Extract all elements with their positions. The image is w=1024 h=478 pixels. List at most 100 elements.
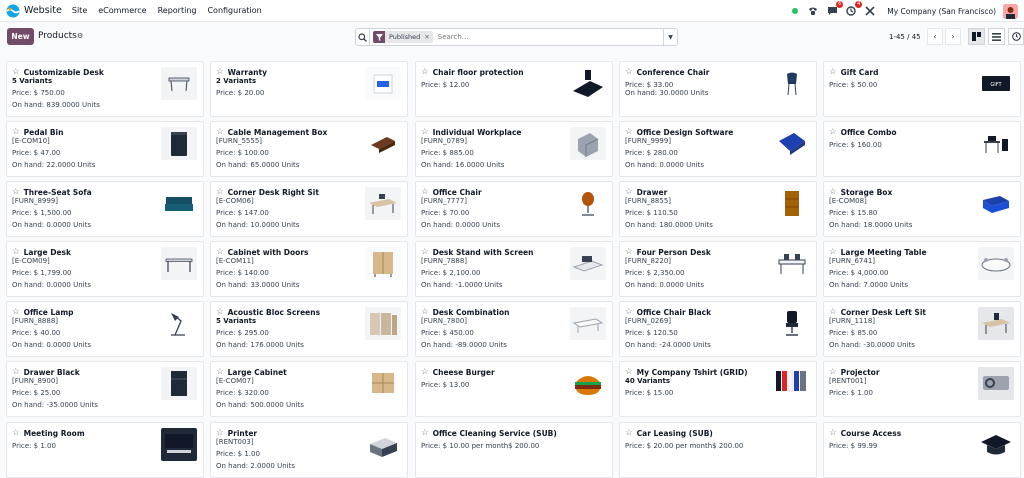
product-card[interactable]: ☆ Corner Desk Right Sit [E-COM06] Price: $ … bbox=[210, 181, 408, 237]
remove-facet-icon[interactable]: ✕ bbox=[424, 33, 432, 41]
favorite-star-icon[interactable]: ☆ bbox=[421, 247, 429, 257]
product-card[interactable]: ☆ Corner Desk Left Sit [FURN_1118] Price: $… bbox=[823, 301, 1021, 357]
new-button[interactable]: New bbox=[7, 28, 34, 45]
favorite-star-icon[interactable]: ☆ bbox=[625, 247, 633, 257]
company-switcher[interactable]: My Company (San Francisco) bbox=[887, 7, 996, 16]
menu-site[interactable]: Site bbox=[72, 6, 87, 15]
messages-icon[interactable]: 6 bbox=[826, 1, 844, 17]
product-card[interactable]: ☆ Large Cabinet [E-COM07] Price: $ 320.00 On… bbox=[210, 361, 408, 417]
favorite-star-icon[interactable]: ☆ bbox=[12, 367, 20, 377]
product-card[interactable]: ☆ Office Combo Price: $ 160.00 bbox=[823, 121, 1021, 177]
product-card[interactable]: ☆ Cable Management Box [FURN_5555] Price: $… bbox=[210, 121, 408, 177]
product-card[interactable]: ☆ Office Cleaning Service (SUB) Price: $ 1… bbox=[415, 422, 613, 478]
product-card[interactable]: ☆ Chair floor protection Price: $ 12.00 bbox=[415, 61, 613, 117]
kanban-view-button[interactable] bbox=[968, 28, 985, 45]
product-name-text: Office Chair bbox=[432, 187, 482, 197]
product-card[interactable]: ☆ Individual Workplace [FURN_0789] Price: $… bbox=[415, 121, 613, 177]
user-avatar[interactable] bbox=[1003, 3, 1018, 19]
product-card[interactable]: ☆ Meeting Room Price: $ 1.00 bbox=[6, 422, 204, 478]
favorite-star-icon[interactable]: ☆ bbox=[625, 367, 633, 377]
product-card[interactable]: ☆ Pedal Bin [E-COM10] Price: $ 47.00 On hand… bbox=[6, 121, 204, 177]
product-card[interactable]: ☆ Cheese Burger Price: $ 13.00 bbox=[415, 361, 613, 417]
menu-reporting[interactable]: Reporting bbox=[158, 6, 197, 15]
favorite-star-icon[interactable]: ☆ bbox=[829, 127, 837, 137]
favorite-star-icon[interactable]: ☆ bbox=[625, 67, 633, 77]
favorite-star-icon[interactable]: ☆ bbox=[421, 428, 429, 438]
favorite-star-icon[interactable]: ☆ bbox=[12, 127, 20, 137]
activities-icon[interactable]: 4 bbox=[845, 1, 863, 17]
favorite-star-icon[interactable]: ☆ bbox=[829, 67, 837, 77]
app-name[interactable]: Website bbox=[24, 5, 62, 16]
search-options-toggle-icon[interactable]: ▼ bbox=[663, 29, 677, 45]
product-card[interactable]: ☆ Large Desk [E-COM09] Price: $ 1,799.00 On … bbox=[6, 241, 204, 297]
product-card[interactable]: ☆ Course Access Price: $ 99.99 bbox=[823, 422, 1021, 478]
product-card[interactable]: ☆ Desk Stand with Screen [FURN_7888] Price:… bbox=[415, 241, 613, 297]
product-card[interactable]: ☆ Office Design Software [FURN_9999] Price:… bbox=[619, 121, 817, 177]
favorite-star-icon[interactable]: ☆ bbox=[421, 367, 429, 377]
favorite-star-icon[interactable]: ☆ bbox=[829, 247, 837, 257]
favorite-star-icon[interactable]: ☆ bbox=[829, 428, 837, 438]
favorite-star-icon[interactable]: ☆ bbox=[829, 307, 837, 317]
product-card[interactable]: ☆ Three-Seat Sofa [FURN_8999] Price: $ 1,50… bbox=[6, 181, 204, 237]
favorite-star-icon[interactable]: ☆ bbox=[216, 367, 224, 377]
desk-icon bbox=[161, 67, 197, 100]
tools-icon[interactable] bbox=[864, 5, 876, 17]
product-card[interactable]: ☆ Four Person Desk [FURN_8220] Price: $ 2,3… bbox=[619, 241, 817, 297]
favorite-star-icon[interactable]: ☆ bbox=[625, 127, 633, 137]
favorite-star-icon[interactable]: ☆ bbox=[216, 307, 224, 317]
product-card[interactable]: ☆ My Company Tshirt (GRID) 40 Variants Pric… bbox=[619, 361, 817, 417]
favorite-star-icon[interactable]: ☆ bbox=[12, 247, 20, 257]
favorite-star-icon[interactable]: ☆ bbox=[421, 187, 429, 197]
gear-icon[interactable]: ⚙ bbox=[77, 32, 83, 40]
activity-view-button[interactable] bbox=[1008, 28, 1024, 45]
product-card[interactable]: ☆ Gift Card Price: $ 50.00 GIFT bbox=[823, 61, 1021, 117]
favorite-star-icon[interactable]: ☆ bbox=[12, 307, 20, 317]
product-card[interactable]: ☆ Acoustic Bloc Screens 5 Variants Price: $… bbox=[210, 301, 408, 357]
favorite-star-icon[interactable]: ☆ bbox=[829, 367, 837, 377]
favorite-star-icon[interactable]: ☆ bbox=[829, 187, 837, 197]
product-card[interactable]: ☆ Office Chair Black [FURN_0269] Price: $ 1… bbox=[619, 301, 817, 357]
product-card[interactable]: ☆ Drawer Black [FURN_8900] Price: $ 25.00 On… bbox=[6, 361, 204, 417]
favorite-star-icon[interactable]: ☆ bbox=[216, 187, 224, 197]
product-card[interactable]: ☆ Office Chair [FURN_7777] Price: $ 70.00 On… bbox=[415, 181, 613, 237]
product-card[interactable]: ☆ Projector [RENT001] Price: $ 1.00 bbox=[823, 361, 1021, 417]
menu-configuration[interactable]: Configuration bbox=[207, 6, 261, 15]
product-card[interactable]: ☆ Warranty 2 Variants Price: $ 20.00 bbox=[210, 61, 408, 117]
product-name-text: Gift Card bbox=[840, 67, 879, 77]
product-card[interactable]: ☆ Drawer [FURN_8855] Price: $ 110.50 On hand… bbox=[619, 181, 817, 237]
product-card[interactable]: ☆ Conference Chair Price: $ 33.00 On hand: … bbox=[619, 61, 817, 117]
favorite-star-icon[interactable]: ☆ bbox=[216, 428, 224, 438]
pager-value[interactable]: 1-45 / 45 bbox=[889, 33, 921, 41]
product-card[interactable]: ☆ Car Leasing (SUB) Price: $ 20.00 per mon… bbox=[619, 422, 817, 478]
menu-ecommerce[interactable]: eCommerce bbox=[98, 6, 146, 15]
favorite-star-icon[interactable]: ☆ bbox=[12, 187, 20, 197]
favorite-star-icon[interactable]: ☆ bbox=[625, 428, 633, 438]
list-view-button[interactable] bbox=[988, 28, 1005, 45]
favorite-star-icon[interactable]: ☆ bbox=[216, 247, 224, 257]
website-app-icon[interactable] bbox=[6, 4, 20, 18]
product-card[interactable]: ☆ Office Lamp [FURN_8888] Price: $ 40.00 On … bbox=[6, 301, 204, 357]
phone-icon[interactable] bbox=[807, 5, 819, 17]
favorite-star-icon[interactable]: ☆ bbox=[216, 67, 224, 77]
pager-next-button[interactable]: › bbox=[945, 28, 961, 45]
product-card[interactable]: ☆ Storage Box [E-COM08] Price: $ 15.80 On ha… bbox=[823, 181, 1021, 237]
pager-previous-button[interactable]: ‹ bbox=[927, 28, 943, 45]
product-name: ☆ Customizable Desk bbox=[12, 67, 157, 77]
product-card[interactable]: ☆ Printer [RENT003] Price: $ 1.00 On hand: 2… bbox=[210, 422, 408, 478]
favorite-star-icon[interactable]: ☆ bbox=[421, 127, 429, 137]
favorite-star-icon[interactable]: ☆ bbox=[421, 67, 429, 77]
product-card[interactable]: ☆ Cabinet with Doors [E-COM11] Price: $ 140… bbox=[210, 241, 408, 297]
product-card[interactable]: ☆ Large Meeting Table [FURN_6741] Price: $ … bbox=[823, 241, 1021, 297]
published-filter-facet[interactable]: Published ✕ bbox=[373, 31, 433, 43]
search-icon[interactable] bbox=[356, 29, 370, 45]
favorite-star-icon[interactable]: ☆ bbox=[216, 127, 224, 137]
favorite-star-icon[interactable]: ☆ bbox=[12, 428, 20, 438]
product-card[interactable]: ☆ Customizable Desk 5 Variants Price: $ 750… bbox=[6, 61, 204, 117]
product-card[interactable]: ☆ Desk Combination [FURN_7800] Price: $ 450… bbox=[415, 301, 613, 357]
favorite-star-icon[interactable]: ☆ bbox=[12, 67, 20, 77]
favorite-star-icon[interactable]: ☆ bbox=[421, 307, 429, 317]
favorite-star-icon[interactable]: ☆ bbox=[625, 187, 633, 197]
search-input[interactable] bbox=[437, 33, 638, 41]
product-price: Price: $ 1.00 bbox=[216, 450, 260, 458]
favorite-star-icon[interactable]: ☆ bbox=[625, 307, 633, 317]
